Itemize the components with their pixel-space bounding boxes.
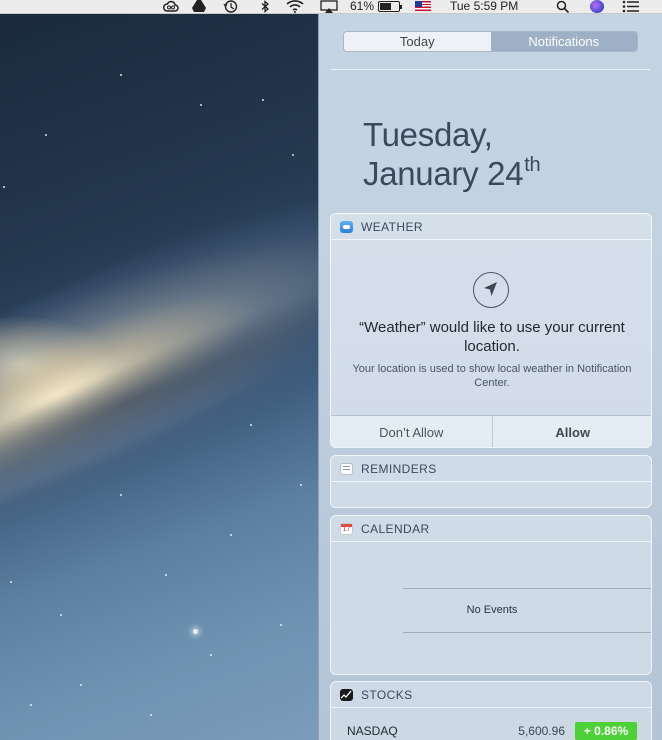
star	[262, 99, 264, 101]
star	[150, 714, 152, 716]
tab-today[interactable]: Today	[344, 32, 491, 51]
bluetooth-icon[interactable]	[260, 0, 270, 14]
stock-change-badge[interactable]: + 0.86%	[575, 722, 637, 740]
menubar-clock[interactable]: Tue 5:59 PM	[450, 0, 518, 14]
creative-cloud-icon[interactable]	[162, 0, 180, 14]
calendar-widget: 17 CALENDAR No Events	[330, 515, 652, 675]
stock-row[interactable]: NASDAQ 5,600.96 + 0.86%	[347, 722, 637, 740]
star	[280, 624, 282, 626]
tab-notifications[interactable]: Notifications	[490, 32, 637, 51]
stock-symbol: NASDAQ	[347, 724, 398, 738]
calendar-widget-header: 17 CALENDAR	[331, 516, 651, 542]
airplay-icon[interactable]	[320, 0, 338, 14]
weather-app-icon	[340, 220, 353, 233]
star	[250, 424, 252, 426]
star	[200, 104, 202, 106]
notification-center-panel: Today Notifications Tuesday, January 24t…	[318, 14, 662, 740]
no-events-label: No Events	[466, 604, 518, 616]
calendar-icon-day: 17	[342, 525, 351, 533]
reminders-widget-title: REMINDERS	[361, 461, 437, 476]
date-month-day: January 24th	[363, 154, 541, 193]
weather-widget-title: WEATHER	[361, 219, 423, 234]
star	[120, 494, 122, 496]
stocks-widget-title: STOCKS	[361, 687, 413, 702]
location-permission-headline: “Weather” would like to use your current…	[359, 319, 625, 355]
weather-widget-header: WEATHER	[331, 214, 651, 240]
star	[30, 704, 32, 706]
battery-icon[interactable]	[378, 1, 402, 12]
bright-star	[193, 629, 198, 634]
wifi-icon[interactable]	[285, 0, 305, 14]
us-flag-icon[interactable]	[415, 1, 431, 11]
star	[210, 654, 212, 656]
star	[10, 581, 12, 583]
star	[292, 154, 294, 156]
star	[120, 74, 122, 76]
star	[165, 574, 167, 576]
reminders-widget-header: REMINDERS	[331, 456, 651, 482]
date-suffix: th	[524, 154, 541, 176]
permission-buttons: Don’t Allow Allow	[331, 415, 651, 447]
star	[230, 534, 232, 536]
desktop-wallpaper	[0, 14, 318, 740]
calendar-divider-bottom	[403, 632, 651, 633]
view-switcher: Today Notifications	[343, 31, 638, 52]
notification-center-icon[interactable]	[622, 0, 640, 14]
battery-fill	[380, 3, 391, 10]
stock-price: 5,600.96	[518, 724, 565, 738]
reminders-widget: REMINDERS	[330, 455, 652, 508]
star	[60, 614, 62, 616]
star	[45, 134, 47, 136]
battery-percent: 61%	[350, 0, 375, 13]
star	[3, 186, 5, 188]
calendar-widget-title: CALENDAR	[361, 521, 430, 536]
reminders-app-icon	[340, 462, 353, 475]
location-permission-description: Your location is used to show local weat…	[352, 363, 632, 389]
stocks-app-icon	[340, 688, 353, 701]
siri-icon[interactable]	[590, 0, 604, 13]
google-drive-icon[interactable]	[192, 0, 206, 14]
weather-widget: WEATHER “Weather” would like to use your…	[330, 213, 652, 448]
calendar-divider-top	[403, 588, 651, 589]
panel-divider	[331, 69, 650, 70]
calendar-app-icon: 17	[340, 522, 353, 535]
date-text: January 24	[363, 155, 524, 192]
spotlight-icon[interactable]	[556, 0, 570, 14]
allow-button[interactable]: Allow	[492, 416, 651, 447]
date-weekday: Tuesday,	[363, 116, 493, 153]
location-arrow-icon	[473, 272, 509, 308]
stocks-widget: STOCKS NASDAQ 5,600.96 + 0.86%	[330, 681, 652, 740]
star	[300, 484, 302, 486]
time-machine-icon[interactable]	[222, 0, 240, 14]
menu-bar: 61% Tue 5:59 PM	[0, 0, 662, 14]
stocks-widget-header: STOCKS	[331, 682, 651, 708]
dont-allow-button[interactable]: Don’t Allow	[331, 416, 493, 447]
star	[80, 684, 82, 686]
